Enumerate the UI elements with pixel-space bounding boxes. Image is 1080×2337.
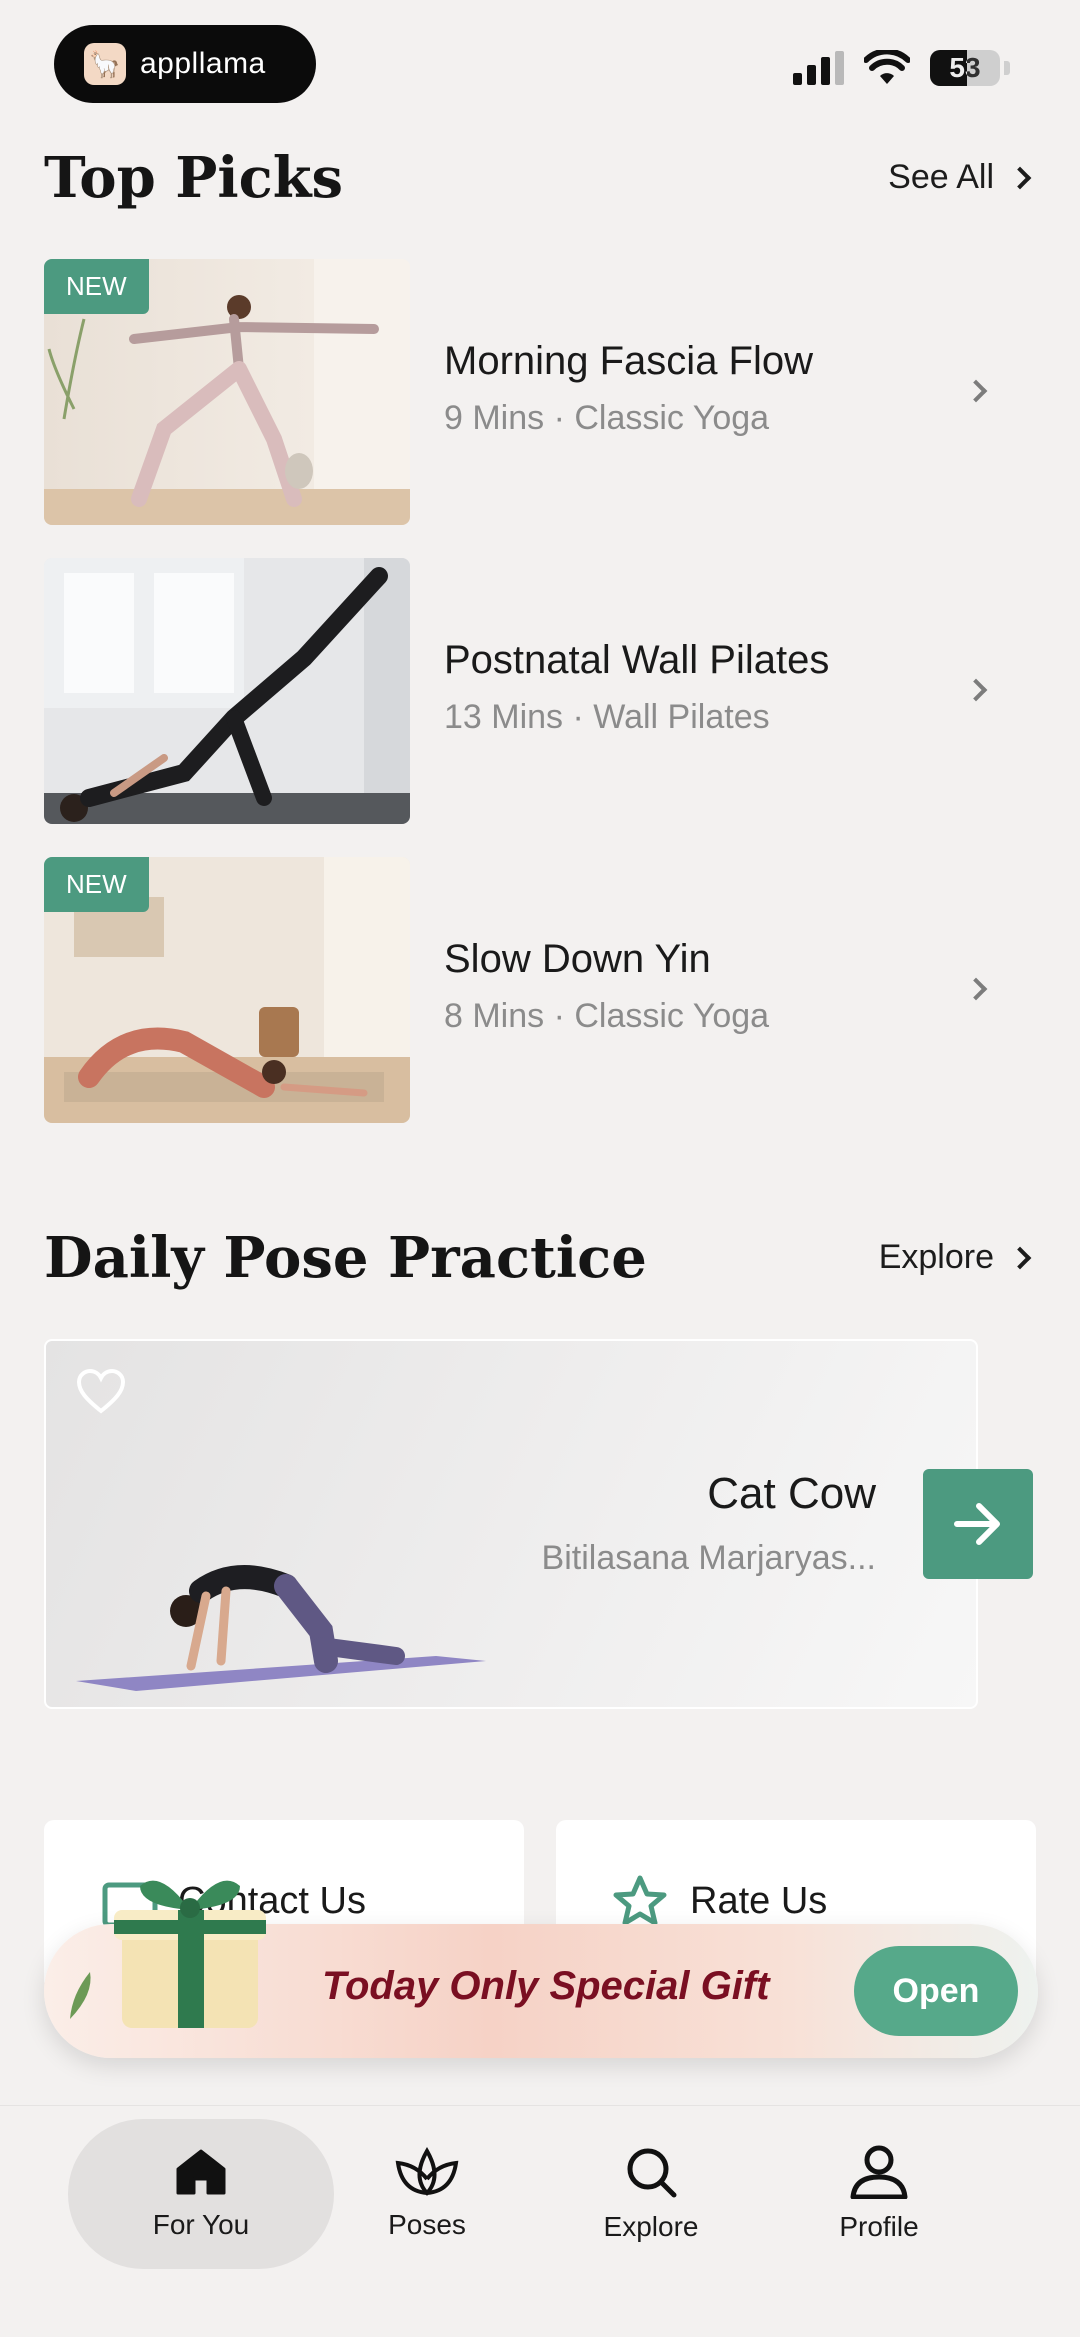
explore-link[interactable]: Explore [878, 1238, 1032, 1277]
pick-title: Slow Down Yin [444, 937, 711, 981]
thumbnail-image: NEW [44, 857, 410, 1123]
nav-label: For You [152, 2209, 250, 2240]
nav-tab-explore[interactable]: Explore [518, 2119, 784, 2269]
person-icon [850, 2145, 908, 2199]
lotus-icon [395, 2147, 459, 2196]
home-icon [176, 2149, 226, 2195]
pick-meta: 13 Mins · Wall Pilates [444, 698, 770, 736]
list-item[interactable]: NEW Slow Down Yin 8 Mins · Classic Yoga [44, 857, 1036, 1123]
thumbnail-image: NEW [44, 259, 410, 525]
pose-illustration [76, 1565, 486, 1691]
battery-icon: 53 [930, 50, 1000, 86]
top-picks-title: Top Picks [44, 145, 344, 211]
chevron-right-icon [964, 379, 988, 403]
rate-us-label: Rate Us [690, 1880, 828, 1922]
list-item[interactable]: Postnatal Wall Pilates 13 Mins · Wall Pi… [44, 558, 1036, 824]
nav-label: Profile [839, 2211, 919, 2242]
see-all-link[interactable]: See All [888, 158, 1032, 197]
pose-name: Cat Cow [707, 1469, 876, 1518]
llama-logo-icon: 🦙 [84, 43, 126, 85]
pick-meta: 8 Mins · Classic Yoga [444, 997, 770, 1035]
nav-label: Poses [388, 2209, 466, 2240]
status-icons: 53 [793, 50, 1010, 86]
chevron-right-icon [964, 977, 988, 1001]
daily-pose-card[interactable]: Cat Cow Bitilasana Marjaryas... [44, 1339, 978, 1709]
pose-go-button[interactable] [923, 1469, 1033, 1579]
chevron-right-icon [1008, 1246, 1032, 1269]
arrow-right-icon [954, 1503, 1000, 1545]
pose-subtitle: Bitilasana Marjaryas... [541, 1539, 876, 1577]
battery-level: 53 [949, 52, 981, 83]
open-gift-button[interactable]: Open [854, 1946, 1018, 2036]
new-badge: NEW [44, 259, 149, 314]
list-item[interactable]: NEW Morning Fascia Flow 9 Mins · Classic… [44, 259, 1036, 525]
explore-link-label: Explore [878, 1238, 994, 1276]
search-icon [627, 2148, 677, 2198]
chevron-right-icon [1008, 166, 1032, 189]
app-pill[interactable]: 🦙 appllama [54, 25, 316, 103]
star-icon [613, 1875, 667, 1926]
new-badge: NEW [44, 857, 149, 912]
pick-title: Morning Fascia Flow [444, 339, 814, 383]
bottom-nav: For You Poses Explore Profile [0, 2105, 1080, 2337]
status-bar: 🦙 appllama 53 [0, 0, 1080, 130]
wifi-icon [864, 50, 910, 84]
see-all-label: See All [888, 158, 994, 196]
leaf-icon [70, 1972, 91, 2019]
pick-title: Postnatal Wall Pilates [444, 638, 830, 682]
daily-pose-title: Daily Pose Practice [44, 1225, 647, 1291]
nav-label: Explore [603, 2211, 699, 2242]
app-name: appllama [140, 47, 266, 80]
heart-icon[interactable] [76, 1369, 126, 1415]
chevron-right-icon [964, 678, 988, 702]
pick-meta: 9 Mins · Classic Yoga [444, 399, 770, 437]
gift-box-icon [114, 1880, 266, 2028]
cellular-signal-icon [793, 51, 844, 85]
nav-tab-profile[interactable]: Profile [746, 2119, 1012, 2269]
gift-banner-text: Today Only Special Gift [322, 1964, 770, 2008]
thumbnail-image [44, 558, 410, 824]
